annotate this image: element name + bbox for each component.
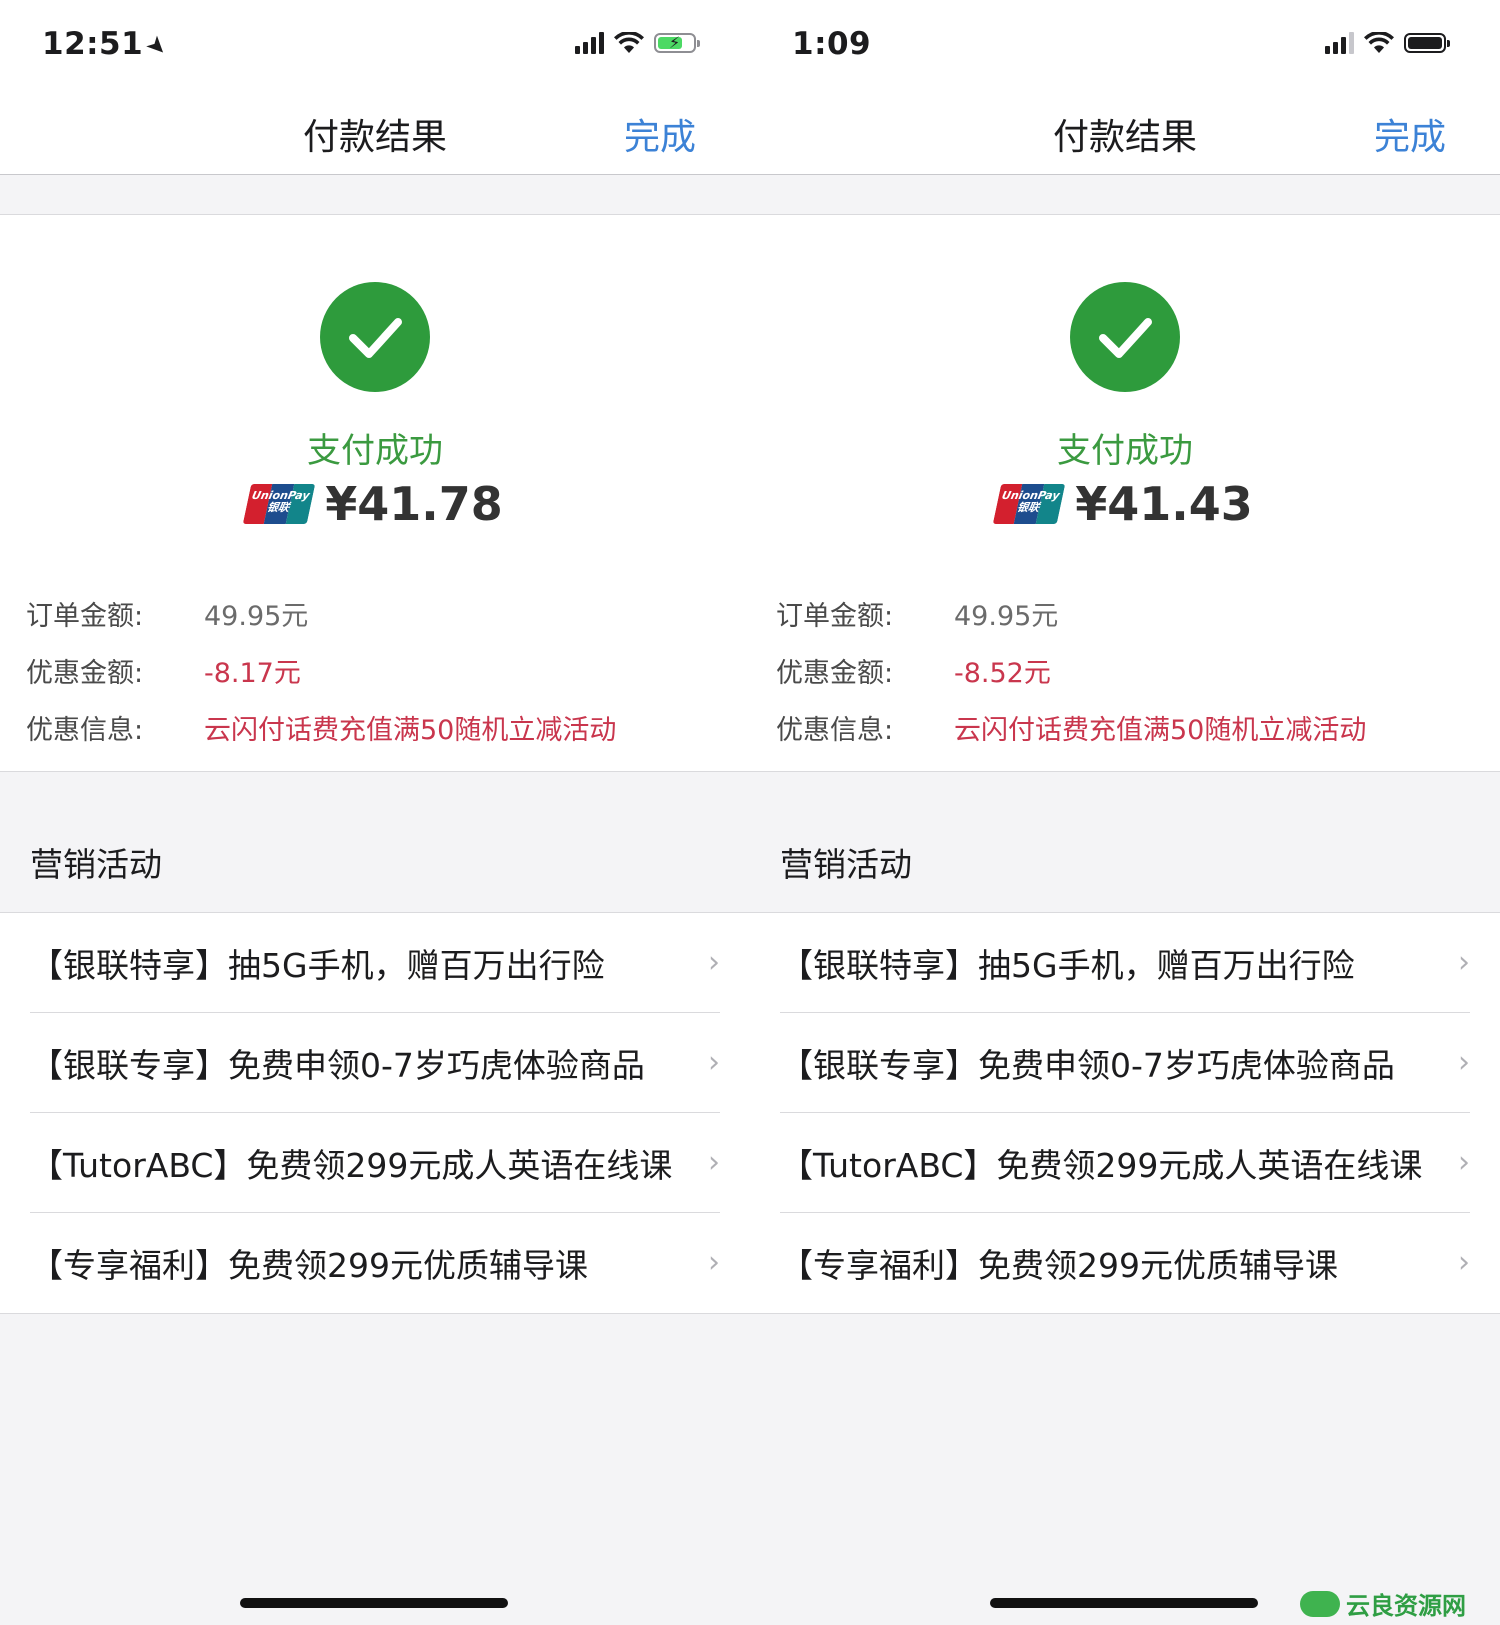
- discount-info-value: 云闪付话费充值满50随机立减活动: [954, 715, 1367, 746]
- site-watermark: 云良资源网: [1300, 1586, 1466, 1621]
- cellular-signal-icon: [1325, 32, 1354, 54]
- battery-charging-icon: ⚡: [654, 33, 700, 53]
- discount-amount-row: 优惠金额: -8.17元: [26, 651, 301, 690]
- status-bar: 1:09: [750, 0, 1500, 88]
- home-indicator[interactable]: [990, 1598, 1258, 1608]
- marketing-item-tutoring[interactable]: 【专享福利】免费领299元优质辅导课 ›: [780, 1213, 1470, 1312]
- payment-success-text: 支付成功: [1057, 431, 1193, 471]
- success-check-icon: [320, 282, 430, 392]
- chevron-right-icon: ›: [708, 1245, 720, 1280]
- battery-icon: [1404, 33, 1450, 53]
- order-amount-value: 49.95元: [204, 601, 309, 632]
- discount-amount-value: -8.17元: [204, 658, 301, 689]
- marketing-item-tutoring[interactable]: 【专享福利】免费领299元优质辅导课 ›: [30, 1213, 720, 1312]
- done-button[interactable]: 完成: [1374, 108, 1446, 160]
- wifi-icon: [614, 32, 644, 53]
- discount-amount-value: -8.52元: [954, 658, 1051, 689]
- location-arrow-icon: ➤: [140, 28, 175, 64]
- marketing-list: 【银联特享】抽5G手机，赠百万出行险 › 【银联专享】免费申领0-7岁巧虎体验商…: [750, 912, 1500, 1314]
- marketing-item-qiaohu[interactable]: 【银联专享】免费申领0-7岁巧虎体验商品 ›: [780, 1013, 1470, 1112]
- wifi-icon: [1364, 32, 1394, 53]
- status-bar: 12:51➤ ⚡: [0, 0, 750, 88]
- chevron-right-icon: ›: [708, 1045, 720, 1080]
- marketing-item-label: 【银联专享】免费申领0-7岁巧虎体验商品: [780, 1045, 1395, 1085]
- discount-info-row: 优惠信息: 云闪付话费充值满50随机立减活动: [776, 708, 1366, 747]
- navigation-bar: 付款结果 完成: [750, 88, 1500, 175]
- paid-amount-row: UnionPay 银联 ¥41.43: [750, 477, 1500, 531]
- navigation-bar: 付款结果 完成: [0, 88, 750, 175]
- chevron-right-icon: ›: [708, 945, 720, 980]
- discount-info-label: 优惠信息:: [776, 715, 894, 746]
- order-detail-panel: 订单金额: 49.95元 优惠金额: -8.52元 优惠信息: 云闪付话费充值满…: [750, 566, 1500, 772]
- payment-success-panel: 支付成功 UnionPay 银联 ¥41.78: [0, 214, 750, 568]
- discount-amount-label: 优惠金额:: [26, 658, 144, 689]
- status-time: 1:09: [792, 26, 872, 62]
- order-amount-value: 49.95元: [954, 601, 1059, 632]
- status-icons: ⚡: [575, 32, 700, 54]
- unionpay-logo-icon: UnionPay 银联: [992, 484, 1066, 524]
- marketing-item-label: 【银联专享】免费申领0-7岁巧虎体验商品: [30, 1045, 645, 1085]
- order-amount-row: 订单金额: 49.95元: [26, 594, 308, 633]
- discount-info-label: 优惠信息:: [26, 715, 144, 746]
- discount-amount-label: 优惠金额:: [776, 658, 894, 689]
- marketing-item-tutorabc[interactable]: 【TutorABC】免费领299元成人英语在线课 ›: [30, 1113, 720, 1212]
- watermark-text: 云良资源网: [1346, 1592, 1466, 1620]
- order-detail-panel: 订单金额: 49.95元 优惠金额: -8.17元 优惠信息: 云闪付话费充值满…: [0, 566, 750, 772]
- unionpay-logo-icon: UnionPay 银联: [242, 484, 316, 524]
- cloud-logo-icon: [1300, 1590, 1340, 1617]
- marketing-item-5g-phone[interactable]: 【银联特享】抽5G手机，赠百万出行险 ›: [30, 913, 720, 1012]
- marketing-item-label: 【专享福利】免费领299元优质辅导课: [30, 1245, 588, 1285]
- discount-amount-row: 优惠金额: -8.52元: [776, 651, 1051, 690]
- marketing-section-title: 营销活动: [780, 845, 912, 884]
- marketing-item-label: 【专享福利】免费领299元优质辅导课: [780, 1245, 1338, 1285]
- payment-success-panel: 支付成功 UnionPay 银联 ¥41.43: [750, 214, 1500, 568]
- cellular-signal-icon: [575, 32, 604, 54]
- payment-result-screen-left: 12:51➤ ⚡ 付款结果 完成 支付成功 UnionPay 银联 ¥41.78…: [0, 0, 750, 1625]
- marketing-item-label: 【TutorABC】免费领299元成人英语在线课: [30, 1145, 673, 1185]
- chevron-right-icon: ›: [1458, 1145, 1470, 1180]
- marketing-section-title: 营销活动: [30, 845, 162, 884]
- payment-result-screen-right: 1:09 付款结果 完成 支付成功 UnionPay 银联 ¥41.43 订单金…: [750, 0, 1500, 1625]
- success-check-icon: [1070, 282, 1180, 392]
- status-icons: [1325, 32, 1450, 54]
- marketing-list: 【银联特享】抽5G手机，赠百万出行险 › 【银联专享】免费申领0-7岁巧虎体验商…: [0, 912, 750, 1314]
- chevron-right-icon: ›: [708, 1145, 720, 1180]
- chevron-right-icon: ›: [1458, 1045, 1470, 1080]
- status-time: 12:51➤: [42, 26, 175, 64]
- marketing-item-5g-phone[interactable]: 【银联特享】抽5G手机，赠百万出行险 ›: [780, 913, 1470, 1012]
- marketing-item-label: 【银联特享】抽5G手机，赠百万出行险: [780, 945, 1355, 985]
- marketing-item-label: 【银联特享】抽5G手机，赠百万出行险: [30, 945, 605, 985]
- discount-info-row: 优惠信息: 云闪付话费充值满50随机立减活动: [26, 708, 616, 747]
- order-amount-label: 订单金额:: [26, 601, 144, 632]
- order-amount-label: 订单金额:: [776, 601, 894, 632]
- paid-amount: ¥41.78: [325, 477, 503, 531]
- home-indicator[interactable]: [240, 1598, 508, 1608]
- marketing-item-label: 【TutorABC】免费领299元成人英语在线课: [780, 1145, 1423, 1185]
- order-amount-row: 订单金额: 49.95元: [776, 594, 1058, 633]
- payment-success-text: 支付成功: [307, 431, 443, 471]
- paid-amount-row: UnionPay 银联 ¥41.78: [0, 477, 750, 531]
- chevron-right-icon: ›: [1458, 945, 1470, 980]
- discount-info-value: 云闪付话费充值满50随机立减活动: [204, 715, 617, 746]
- chevron-right-icon: ›: [1458, 1245, 1470, 1280]
- done-button[interactable]: 完成: [624, 108, 696, 160]
- marketing-item-qiaohu[interactable]: 【银联专享】免费申领0-7岁巧虎体验商品 ›: [30, 1013, 720, 1112]
- paid-amount: ¥41.43: [1075, 477, 1253, 531]
- marketing-item-tutorabc[interactable]: 【TutorABC】免费领299元成人英语在线课 ›: [780, 1113, 1470, 1212]
